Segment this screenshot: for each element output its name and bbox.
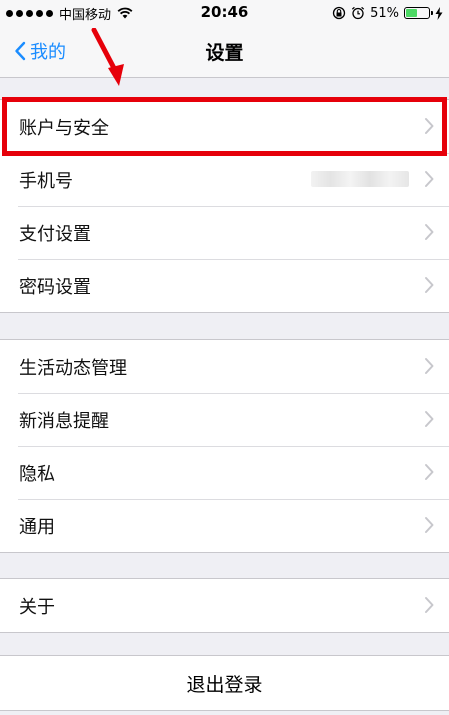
settings-group-general: 生活动态管理 新消息提醒 隐私 通用 <box>0 339 449 553</box>
settings-row-about[interactable]: 关于 <box>0 579 449 632</box>
chevron-right-icon <box>425 118 434 134</box>
settings-row-label: 账户与安全 <box>19 117 109 139</box>
alarm-icon <box>351 6 365 20</box>
settings-row-moments-management[interactable]: 生活动态管理 <box>0 340 449 393</box>
navigation-bar: 我的 设置 <box>0 26 449 78</box>
settings-group-about: 关于 <box>0 578 449 633</box>
battery-icon <box>404 7 433 19</box>
charging-bolt-icon <box>435 6 443 20</box>
page-title: 设置 <box>205 42 244 64</box>
settings-row-label: 生活动态管理 <box>19 357 127 379</box>
chevron-right-icon <box>425 464 434 480</box>
chevron-right-icon <box>425 411 434 427</box>
settings-row-label: 通用 <box>19 516 55 538</box>
settings-row-label: 隐私 <box>19 463 55 485</box>
orientation-lock-icon <box>332 6 346 20</box>
settings-row-payment[interactable]: 支付设置 <box>0 206 449 259</box>
settings-row-label: 支付设置 <box>19 223 91 245</box>
settings-row-notifications[interactable]: 新消息提醒 <box>0 393 449 446</box>
settings-row-label: 关于 <box>19 596 55 618</box>
status-bar-right: 51% <box>332 4 443 22</box>
settings-row-password[interactable]: 密码设置 <box>0 259 449 312</box>
chevron-right-icon <box>425 517 434 533</box>
settings-row-privacy[interactable]: 隐私 <box>0 446 449 499</box>
settings-row-account-security[interactable]: 账户与安全 <box>0 100 449 153</box>
chevron-right-icon <box>425 277 434 293</box>
chevron-right-icon <box>425 171 434 187</box>
battery-percent: 51% <box>370 5 399 21</box>
settings-row-phone[interactable]: 手机号 <box>0 153 449 206</box>
chevron-right-icon <box>425 358 434 374</box>
masked-phone-value <box>311 171 409 187</box>
settings-row-label: 新消息提醒 <box>19 410 109 432</box>
chevron-right-icon <box>425 597 434 613</box>
status-bar: 中国移动 20:46 51% <box>0 0 449 26</box>
settings-row-general[interactable]: 通用 <box>0 499 449 552</box>
settings-group-account: 账户与安全 手机号 支付设置 密码设置 <box>0 99 449 313</box>
chevron-right-icon <box>425 224 434 240</box>
logout-button[interactable]: 退出登录 <box>0 655 449 711</box>
settings-row-label: 密码设置 <box>19 276 91 298</box>
settings-row-label: 手机号 <box>19 170 73 192</box>
